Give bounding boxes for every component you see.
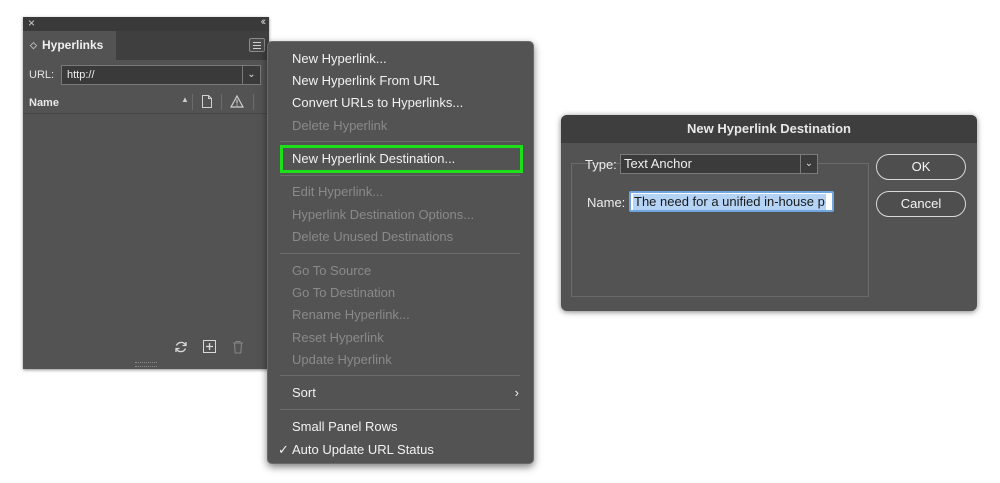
menu-item-delete-unused-destinations[interactable]: Delete Unused Destinations (292, 229, 453, 244)
menu-item-rename-hyperlink[interactable]: Rename Hyperlink... (292, 307, 410, 322)
ok-button[interactable]: OK (876, 154, 966, 180)
menu-separator (280, 409, 520, 410)
url-label: URL: (29, 69, 55, 81)
dialog-title: New Hyperlink Destination (561, 115, 977, 143)
new-hyperlink-destination-dialog: New Hyperlink Destination Type: Text Anc… (561, 115, 977, 311)
column-divider (192, 94, 193, 110)
name-input-selected-text: The need for a unified in-house p (633, 194, 826, 210)
panel-menu-button[interactable] (249, 38, 265, 52)
menu-item-update-hyperlink[interactable]: Update Hyperlink (292, 352, 392, 367)
menu-item-small-panel-rows[interactable]: Small Panel Rows (292, 419, 398, 434)
menu-separator (280, 175, 520, 176)
menu-separator (280, 253, 520, 254)
url-input[interactable]: http:// (61, 65, 261, 85)
cancel-button[interactable]: Cancel (876, 191, 966, 217)
resize-grip[interactable] (135, 362, 157, 367)
panel-footer (23, 337, 269, 361)
chevron-down-icon[interactable]: ⌄ (242, 65, 261, 85)
sort-ascending-icon[interactable]: ▲ (181, 95, 189, 104)
collapse-icon[interactable]: ‹‹ (261, 16, 267, 28)
menu-item-go-to-source[interactable]: Go To Source (292, 263, 371, 278)
menu-separator (280, 375, 520, 376)
panel-tab-row: ◇ Hyperlinks (23, 31, 269, 60)
close-icon[interactable]: × (28, 16, 35, 30)
menu-item-auto-update-url-status[interactable]: Auto Update URL Status (292, 442, 434, 457)
trash-icon[interactable] (232, 340, 244, 359)
column-divider (253, 94, 254, 110)
chevron-down-icon[interactable]: ⌄ (800, 154, 818, 174)
checkmark-icon: ✓ (278, 442, 289, 457)
column-header: Name ▲ (23, 92, 269, 114)
menu-item-new-hyperlink-destination[interactable]: New Hyperlink Destination... (292, 151, 455, 166)
menu-item-reset-hyperlink[interactable]: Reset Hyperlink (292, 330, 384, 345)
name-label: Name: (587, 195, 626, 210)
panel-flyout-menu: New Hyperlink... New Hyperlink From URL … (267, 41, 534, 464)
menu-item-new-hyperlink-from-url[interactable]: New Hyperlink From URL (292, 73, 439, 88)
options-group (571, 163, 869, 297)
menu-item-go-to-destination[interactable]: Go To Destination (292, 285, 395, 300)
name-input[interactable]: The need for a unified in-house p (629, 191, 834, 212)
type-label: Type: (585, 157, 617, 172)
menu-item-new-hyperlink[interactable]: New Hyperlink... (292, 51, 387, 66)
new-item-icon[interactable] (203, 340, 216, 358)
tab-label: Hyperlinks (42, 38, 104, 52)
type-select[interactable]: Text Anchor (620, 154, 817, 174)
hyperlinks-panel: × ‹‹ ◇ Hyperlinks URL: http:// ⌄ Name ▲ (23, 16, 269, 369)
menu-item-sort[interactable]: Sort (292, 385, 316, 400)
column-divider (221, 94, 222, 110)
column-name-header[interactable]: Name (29, 97, 59, 109)
page-icon (201, 95, 213, 113)
menu-item-destination-options[interactable]: Hyperlink Destination Options... (292, 207, 474, 222)
menu-item-edit-hyperlink[interactable]: Edit Hyperlink... (292, 184, 383, 199)
tab-arrows-icon: ◇ (30, 40, 37, 50)
menu-item-convert-urls[interactable]: Convert URLs to Hyperlinks... (292, 95, 463, 110)
warning-icon (229, 94, 245, 113)
tab-hyperlinks[interactable]: ◇ Hyperlinks (23, 31, 116, 60)
menu-item-delete-hyperlink[interactable]: Delete Hyperlink (292, 118, 387, 133)
refresh-icon[interactable] (174, 340, 188, 359)
panel-title-bar: × ‹‹ (23, 16, 269, 31)
menu-separator (280, 141, 520, 142)
chevron-right-icon: › (514, 385, 519, 400)
